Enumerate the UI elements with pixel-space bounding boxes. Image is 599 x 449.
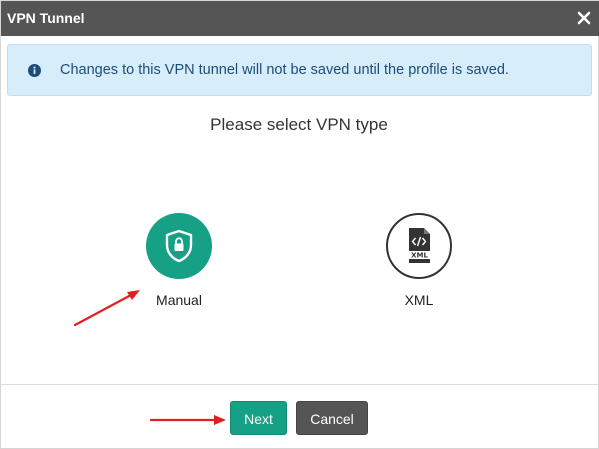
dialog-titlebar: VPN Tunnel xyxy=(1,1,599,36)
close-icon[interactable] xyxy=(577,10,591,26)
cancel-button[interactable]: Cancel xyxy=(296,401,368,435)
xml-file-icon[interactable]: XML xyxy=(386,213,452,279)
dialog-title: VPN Tunnel xyxy=(7,10,85,26)
vpn-option-xml-label: XML xyxy=(404,292,434,308)
alert-message: Changes to this VPN tunnel will not be s… xyxy=(60,62,509,78)
vpn-tunnel-dialog: VPN Tunnel Changes to this VPN tunnel wi… xyxy=(0,0,599,449)
vpn-type-prompt: Please select VPN type xyxy=(210,115,388,134)
footer-divider xyxy=(1,384,599,385)
info-circle-icon xyxy=(28,64,41,77)
svg-text:XML: XML xyxy=(411,252,428,260)
next-button[interactable]: Next xyxy=(230,401,287,435)
vpn-option-xml[interactable]: XML XML xyxy=(364,213,474,313)
info-alert: Changes to this VPN tunnel will not be s… xyxy=(7,44,592,96)
vpn-option-manual-label: Manual xyxy=(156,292,202,308)
vpn-option-manual[interactable]: Manual xyxy=(124,213,234,313)
shield-lock-icon[interactable] xyxy=(146,213,212,279)
